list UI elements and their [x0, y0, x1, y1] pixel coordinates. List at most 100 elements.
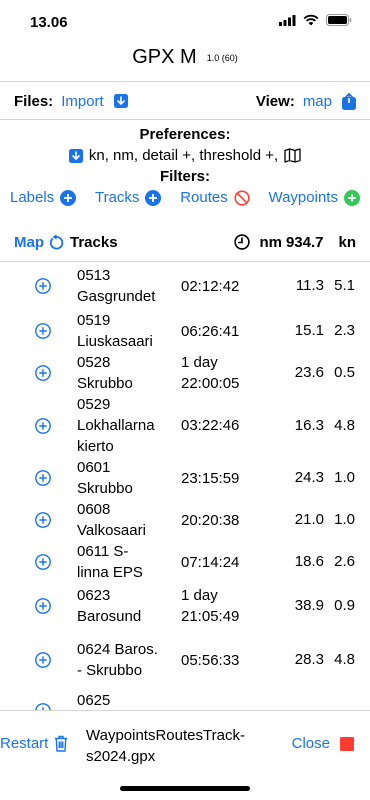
track-duration: 1 day 21:05:49: [181, 585, 271, 627]
track-name-line: Gasgrundet: [77, 288, 156, 305]
files-label: Files:: [14, 92, 54, 110]
speed-unit: kn: [338, 233, 356, 251]
track-duration: 02:12:42: [181, 276, 271, 297]
track-row[interactable]: 0601 Skrubbo 23:15:59 24.3 1.0: [0, 457, 370, 499]
clock-icon: [234, 234, 251, 250]
status-icons: [279, 14, 352, 26]
track-distance: 18.6: [294, 553, 324, 570]
home-indicator: [120, 786, 250, 791]
divider: [0, 81, 370, 82]
track-name-line: Skrubbo: [77, 375, 133, 392]
filter-routes-text: Routes: [180, 189, 228, 206]
track-name-line: 0608: [77, 501, 111, 518]
files-row: Files: Import View: map: [14, 91, 356, 111]
add-track-icon[interactable]: [35, 417, 51, 434]
track-speed: 1.0: [334, 511, 355, 528]
preferences-toggle-icon[interactable]: [68, 148, 83, 163]
track-name-line: Valkosaari: [77, 522, 146, 539]
track-duration: 06:26:41: [181, 321, 271, 342]
track-speed: 2.3: [334, 322, 355, 339]
refresh-icon[interactable]: [49, 234, 64, 250]
track-name-line: 0623: [77, 587, 111, 604]
track-duration-line: 22:00:05: [181, 375, 240, 392]
track-duration: 05:56:33: [181, 650, 271, 671]
track-duration-line: 21:05:49: [181, 608, 240, 625]
trash-icon[interactable]: [54, 735, 68, 752]
add-track-icon[interactable]: [35, 554, 51, 570]
add-track-icon[interactable]: [35, 703, 51, 710]
track-duration-line: 03:22:46: [181, 417, 240, 434]
track-speed: 4.8: [334, 416, 355, 434]
track-row[interactable]: 0611 S-linna EPS 07:14:24 18.6 2.6: [0, 541, 370, 583]
add-track-icon[interactable]: [35, 470, 51, 486]
restart-button[interactable]: Restart: [0, 735, 48, 752]
plus-circle-icon[interactable]: [60, 189, 77, 206]
track-name: 0623 Barosund: [77, 585, 177, 627]
track-row[interactable]: 0623 Barosund 1 day 21:05:49 38.9 0.9: [0, 583, 370, 629]
track-duration: 1 day 22:00:05: [181, 352, 271, 394]
add-track-icon[interactable]: [35, 278, 51, 294]
track-distance: 11.3: [295, 277, 324, 294]
track-duration-line: 1 day: [181, 354, 218, 371]
track-name-line: Skrubbo: [77, 480, 133, 497]
filter-waypoints[interactable]: Waypoints: [268, 189, 360, 206]
track-duration-line: 1 day: [181, 587, 218, 604]
track-name-line: - Skrubbo: [77, 662, 143, 679]
plus-circle-green-icon[interactable]: [343, 189, 360, 206]
filter-tracks[interactable]: Tracks: [95, 189, 162, 206]
track-row[interactable]: 0513 Gasgrundet 02:12:42 11.3 5.1: [0, 262, 370, 310]
track-speed: 1.0: [334, 469, 355, 486]
view-label: View:: [255, 92, 295, 110]
track-name-line: 0529: [77, 396, 111, 413]
filter-routes[interactable]: Routes: [180, 189, 250, 206]
import-button[interactable]: Import: [61, 93, 104, 110]
track-name: 0625: [77, 690, 177, 710]
add-track-icon[interactable]: [35, 512, 51, 528]
track-speed: 0.5: [334, 364, 355, 381]
track-distance: 24.3: [294, 469, 324, 486]
add-track-icon[interactable]: [35, 365, 51, 381]
app-name: GPX M: [132, 46, 197, 68]
battery-icon: [326, 14, 352, 26]
add-track-icon[interactable]: [35, 598, 51, 614]
view-map-button[interactable]: map: [303, 93, 332, 110]
add-track-icon[interactable]: [35, 323, 51, 339]
no-symbol-icon[interactable]: [234, 189, 250, 206]
track-name: 0529 Lokhallarna kierto: [77, 394, 177, 457]
track-name-line: 0528: [77, 354, 111, 371]
total-distance: 934.7: [285, 233, 324, 251]
tracks-title: Tracks: [70, 233, 118, 251]
distance-unit: nm: [259, 233, 282, 251]
share-icon[interactable]: [342, 92, 356, 110]
stop-icon[interactable]: [340, 736, 354, 751]
track-row[interactable]: 0529 Lokhallarna kierto 03:22:46 16.3 4.8: [0, 394, 370, 457]
track-name: 0528 Skrubbo: [77, 352, 177, 394]
filter-labels[interactable]: Labels: [10, 189, 77, 206]
track-name-line: 0513: [77, 267, 111, 284]
track-row[interactable]: 0608 Valkosaari 20:20:38 21.0 1.0: [0, 499, 370, 541]
plus-circle-icon[interactable]: [145, 189, 162, 206]
track-duration: 07:14:24: [181, 552, 271, 573]
close-button[interactable]: Close: [292, 735, 330, 752]
track-duration-line: 20:20:38: [181, 511, 240, 529]
track-row[interactable]: 0624 Baros. - Skrubbo 05:56:33 28.3 4.8: [0, 629, 370, 691]
app-title: GPX M 1.0 (60): [0, 46, 370, 69]
track-row[interactable]: 0625: [0, 691, 370, 710]
file-name-line: s2024.gpx: [86, 748, 156, 765]
map-icon: [284, 148, 301, 163]
preferences-summary-row[interactable]: kn, nm, detail +, threshold +,: [0, 147, 370, 164]
track-name: 0513 Gasgrundet: [77, 265, 177, 307]
map-button[interactable]: Map: [14, 234, 44, 251]
add-track-icon[interactable]: [35, 652, 51, 668]
track-name-line: 0625: [77, 692, 111, 709]
track-distance: 21.0: [294, 511, 324, 528]
track-duration: 03:22:46: [181, 415, 271, 436]
track-speed: 0.9: [334, 597, 355, 614]
import-icon[interactable]: [113, 94, 128, 108]
track-list[interactable]: 0513 Gasgrundet 02:12:42 11.3 5.1 0519 Liuskas…: [0, 262, 370, 710]
track-row[interactable]: 0528 Skrubbo 1 day 22:00:05 23.6 0.5: [0, 352, 370, 394]
track-duration-line: 05:56:33: [181, 651, 240, 669]
track-row[interactable]: 0519 Liuskasaari 06:26:41 15.1 2.3: [0, 310, 370, 352]
track-duration-line: 07:14:24: [181, 553, 240, 571]
track-speed: 5.1: [334, 277, 355, 294]
